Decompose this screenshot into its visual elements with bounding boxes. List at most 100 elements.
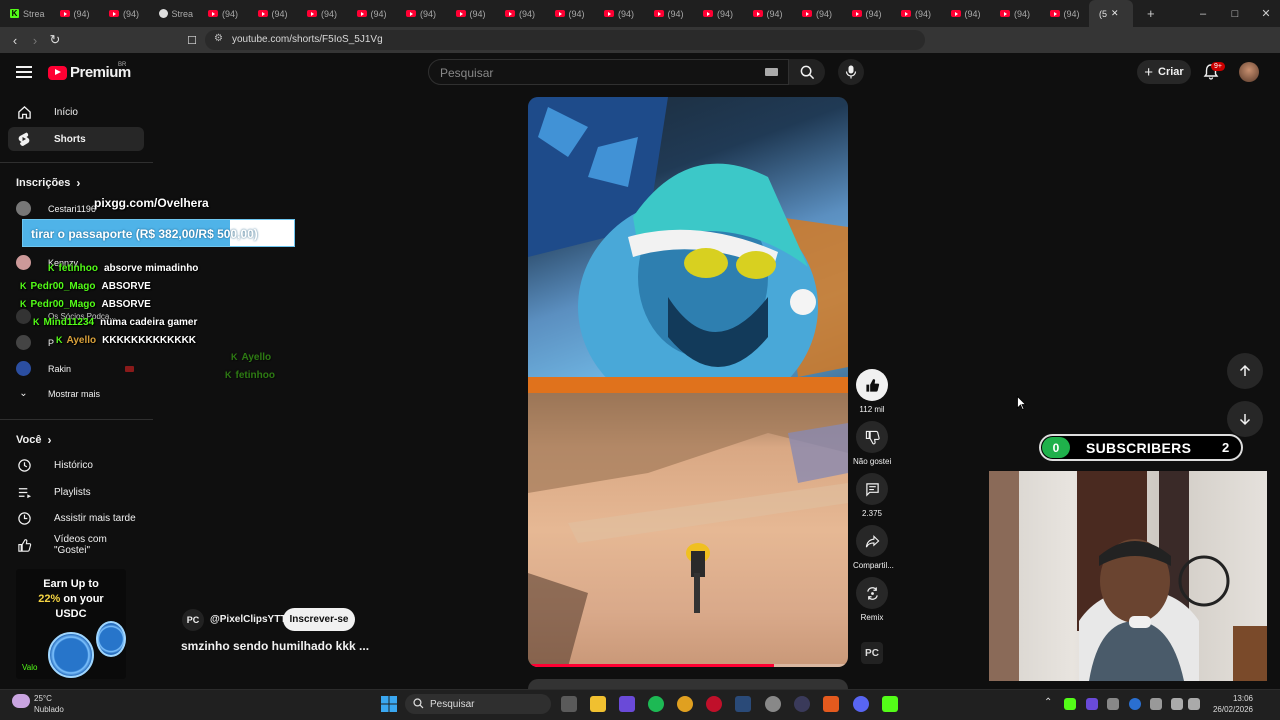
chat-message: K Pedr00_Mago ABSORVE — [20, 281, 151, 292]
kick-app-icon[interactable] — [882, 696, 898, 712]
steam-icon[interactable] — [735, 696, 751, 712]
browser-tab[interactable]: (94) — [297, 0, 347, 27]
short-title[interactable]: smzinho sendo humilhado kkk ... — [181, 639, 369, 653]
search-button[interactable] — [789, 59, 825, 85]
you-heading[interactable]: Você › — [16, 433, 51, 447]
browser-tab[interactable]: (94) — [50, 0, 100, 27]
comments-button[interactable]: 2.375 — [853, 473, 891, 518]
subscription-item[interactable]: P — [16, 335, 54, 350]
browser-tab[interactable]: (94) — [1040, 0, 1090, 27]
sidebar-item-watch-later[interactable]: Assistir mais tarde — [8, 506, 144, 530]
youtube-icon — [1000, 10, 1010, 17]
bluetooth-icon[interactable] — [1129, 698, 1141, 710]
browser-tab[interactable]: (94) — [941, 0, 991, 27]
tray-icon[interactable] — [1086, 698, 1098, 710]
minimize-icon[interactable]: – — [1187, 0, 1219, 27]
forward-icon[interactable]: › — [25, 30, 45, 50]
app-icon[interactable] — [619, 696, 635, 712]
browser-tab[interactable]: (94) — [594, 0, 644, 27]
previous-short-button[interactable] — [1227, 353, 1263, 389]
new-tab-icon[interactable]: + — [1147, 6, 1155, 21]
like-button[interactable]: 112 mil — [853, 369, 891, 414]
tray-icon[interactable] — [1064, 698, 1076, 710]
voice-search-button[interactable] — [838, 59, 864, 85]
browser-tab[interactable]: (94) — [248, 0, 298, 27]
weather-description[interactable]: Nublado — [34, 705, 64, 714]
subscriptions-heading[interactable]: Inscrições › — [16, 176, 80, 190]
clock-date[interactable]: 26/02/2026 — [1210, 705, 1253, 714]
channel-handle[interactable]: @PixelClipsYTT — [210, 614, 286, 625]
live-indicator — [125, 366, 134, 372]
back-icon[interactable]: ‹ — [5, 30, 25, 50]
browser-tab[interactable]: (94) — [446, 0, 496, 27]
search-placeholder: Pesquisar — [440, 66, 494, 80]
create-button[interactable]: + Criar — [1137, 60, 1191, 84]
weather-temperature[interactable]: 25°C — [34, 694, 52, 703]
account-avatar[interactable] — [1239, 62, 1259, 82]
browser-tab[interactable]: (94) — [495, 0, 545, 27]
brave-icon[interactable] — [823, 696, 839, 712]
tray-icon[interactable] — [1107, 698, 1119, 710]
browser-tab[interactable]: (94) — [99, 0, 149, 27]
sidebar-item-playlists[interactable]: Playlists — [8, 480, 144, 504]
discord-icon[interactable] — [853, 696, 869, 712]
browser-tab-active[interactable]: (5 ✕ — [1089, 0, 1133, 27]
keyboard-icon[interactable] — [765, 68, 778, 76]
dislike-button[interactable]: Não gostei — [853, 421, 891, 466]
subscription-item[interactable]: Cestari1196 — [16, 201, 96, 216]
subscription-item[interactable]: Rakin — [16, 361, 71, 376]
sidebar-item-liked-videos[interactable]: Vídeos com "Gostei" — [8, 533, 144, 557]
hamburger-menu-icon[interactable] — [16, 66, 32, 78]
browser-tab[interactable]: (94) — [792, 0, 842, 27]
app-icon[interactable] — [794, 696, 810, 712]
share-button[interactable]: Compartil... — [853, 525, 894, 570]
youtube-play-icon — [48, 65, 67, 80]
sidebar-item-home[interactable]: Início — [8, 100, 144, 124]
opera-icon[interactable] — [706, 696, 722, 712]
reload-icon[interactable]: ↻ — [45, 30, 65, 50]
channel-logo-button[interactable]: PC — [861, 642, 883, 664]
sidebar-item-shorts[interactable]: Shorts — [8, 127, 144, 151]
browser-tab[interactable]: (94) — [396, 0, 446, 27]
chevron-up-icon[interactable]: ⌃ — [1044, 697, 1052, 708]
browser-tab[interactable]: (94) — [347, 0, 397, 27]
sidebar-item-history[interactable]: Histórico — [8, 453, 144, 477]
subscribe-button[interactable]: Inscrever-se — [283, 608, 355, 631]
browser-tab[interactable]: (94) — [198, 0, 248, 27]
close-tab-icon[interactable]: ✕ — [1111, 8, 1119, 19]
microphone-icon[interactable] — [1150, 698, 1162, 710]
browser-tab[interactable]: (94) — [743, 0, 793, 27]
spotify-icon[interactable] — [648, 696, 664, 712]
browser-tab[interactable]: (94) — [842, 0, 892, 27]
video-progress-bar[interactable] — [528, 664, 848, 667]
app-icon[interactable] — [765, 696, 781, 712]
chevron-right-icon: › — [76, 176, 81, 190]
weather-icon[interactable] — [12, 694, 30, 708]
network-icon[interactable] — [1171, 698, 1183, 710]
taskbar-search-box[interactable] — [405, 694, 551, 714]
close-window-icon[interactable]: ✕ — [1250, 0, 1280, 27]
browser-tab[interactable]: (94) — [891, 0, 941, 27]
show-more-button[interactable]: ⌄ Mostrar mais — [16, 388, 100, 399]
windows-start-icon[interactable] — [381, 696, 397, 712]
browser-tab[interactable]: (94) — [644, 0, 694, 27]
chrome-icon[interactable] — [677, 696, 693, 712]
task-view-icon[interactable] — [561, 696, 577, 712]
browser-tab[interactable]: (94) — [990, 0, 1040, 27]
shorts-video-player[interactable] — [528, 97, 848, 667]
browser-tab[interactable]: Strea — [149, 0, 199, 27]
bookmark-icon[interactable]: ☐ — [182, 30, 202, 50]
browser-tab[interactable]: (94) — [545, 0, 595, 27]
history-icon — [16, 457, 32, 473]
maximize-icon[interactable]: □ — [1219, 0, 1251, 27]
volume-icon[interactable] — [1188, 698, 1200, 710]
channel-avatar[interactable]: PC — [182, 609, 204, 631]
remix-button[interactable]: Remix — [853, 577, 891, 622]
address-bar[interactable]: ⚙ youtube.com/shorts/F5IoS_5J1Vg — [205, 30, 925, 50]
file-explorer-icon[interactable] — [590, 696, 606, 712]
browser-tab[interactable]: K Strea — [0, 0, 50, 27]
clock-time[interactable]: 13:06 — [1223, 694, 1253, 703]
browser-tab[interactable]: (94) — [693, 0, 743, 27]
site-info-icon[interactable]: ⚙ — [214, 33, 223, 44]
next-short-button[interactable] — [1227, 401, 1263, 437]
